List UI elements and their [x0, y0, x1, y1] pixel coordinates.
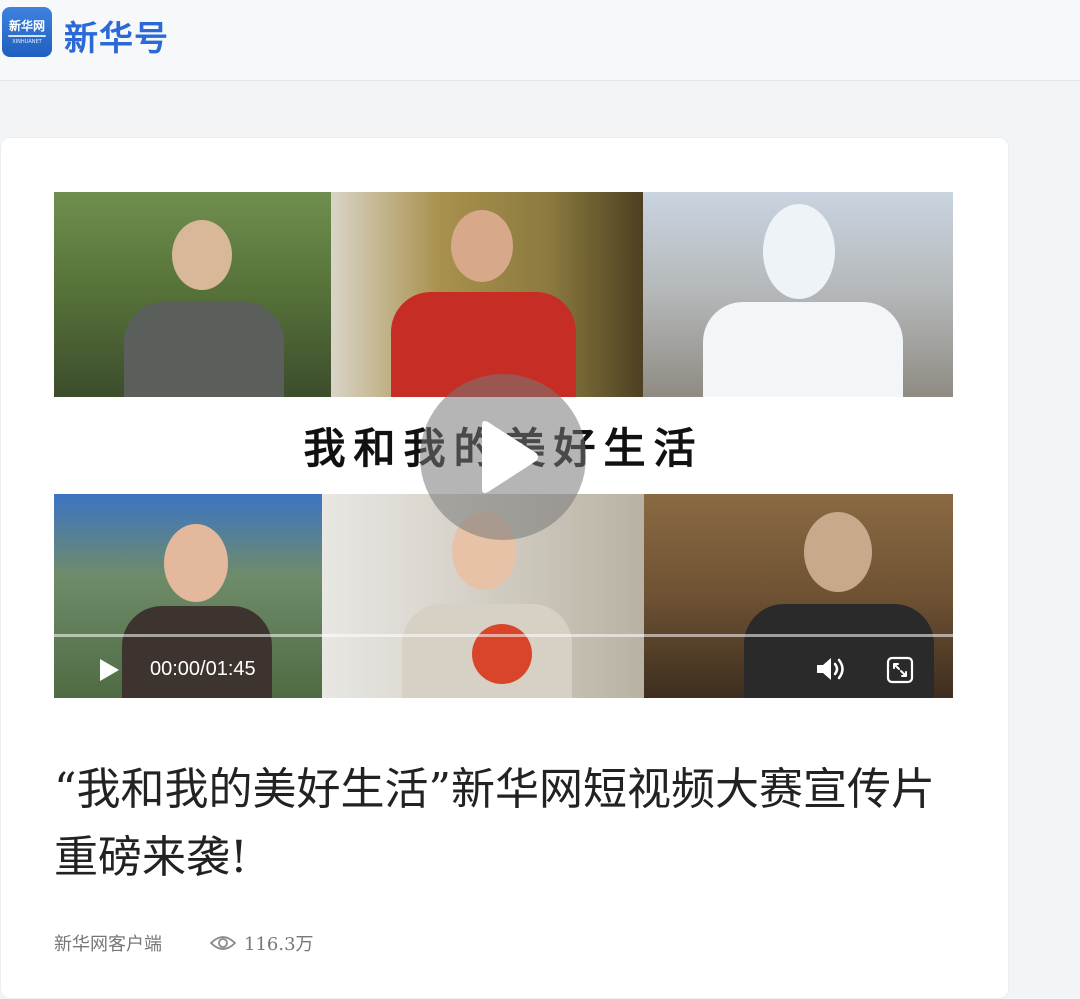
- volume-icon[interactable]: [814, 655, 848, 683]
- article-title: “我和我的美好生活”新华网短视频大赛宣传片重磅来袭!: [54, 764, 935, 883]
- play-icon[interactable]: [96, 657, 122, 683]
- video-frame-tile: [331, 192, 643, 397]
- logo-divider: [8, 35, 46, 37]
- view-count: 116.3万: [210, 930, 314, 956]
- big-play-button[interactable]: [420, 374, 586, 540]
- video-time-display: 00:00/01:45: [150, 658, 256, 680]
- logo-text: 新华网: [8, 19, 45, 33]
- site-header: 新华网 XINHUANET 新华号: [0, 0, 1080, 81]
- video-player[interactable]: 我和我的美好生活 00:00/01:45: [54, 192, 953, 698]
- brand-name[interactable]: 新华号: [64, 11, 169, 60]
- video-frame-tile: [54, 192, 331, 397]
- video-frame-tile: [643, 192, 953, 397]
- play-icon: [482, 421, 538, 493]
- article-meta: 新华网客户端 116.3万: [54, 930, 314, 956]
- video-progress-bar[interactable]: [54, 634, 953, 637]
- fullscreen-icon[interactable]: [886, 656, 914, 684]
- eye-icon: [210, 936, 236, 950]
- article-source[interactable]: 新华网客户端: [54, 930, 162, 956]
- view-count-value: 116.3万: [244, 934, 314, 955]
- logo-subtext: XINHUANET: [12, 39, 42, 45]
- xinhuanet-logo[interactable]: 新华网 XINHUANET: [2, 7, 52, 57]
